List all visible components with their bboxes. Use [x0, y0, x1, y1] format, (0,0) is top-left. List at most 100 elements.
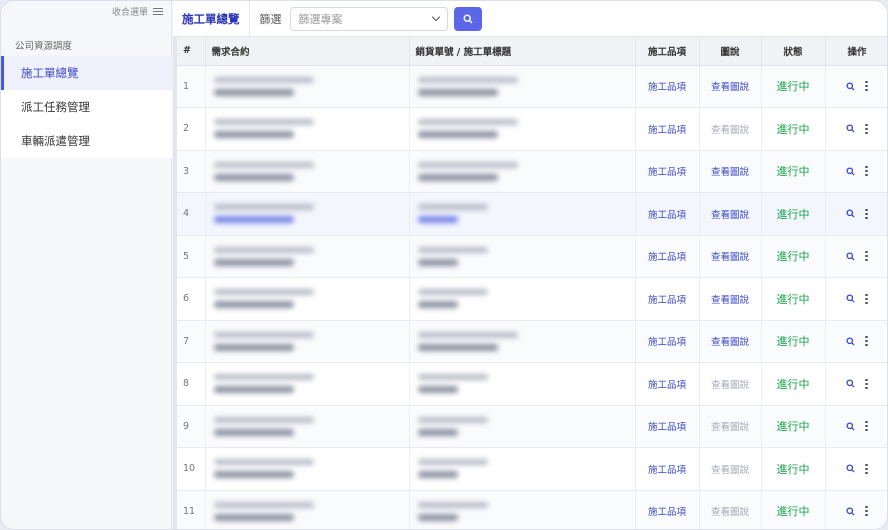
table-row[interactable]: 11 施工品項 查看圖說 進行中: [177, 490, 887, 529]
more-options-icon[interactable]: [865, 208, 868, 219]
construction-items-link[interactable]: 施工品項: [648, 422, 686, 433]
view-drawing-link[interactable]: 查看圖說: [711, 337, 749, 348]
sidebar-nav: 施工單總覽 派工任務管理 車輛派遣管理: [1, 56, 172, 158]
drawing-cell: 查看圖說: [699, 405, 762, 448]
items-cell: 施工品項: [635, 362, 700, 406]
drawing-cell: 查看圖說: [699, 362, 762, 406]
table-row[interactable]: 6 施工品項 查看圖說 進行中: [177, 277, 887, 321]
row-index: 5: [177, 235, 206, 278]
construction-items-link[interactable]: 施工品項: [648, 380, 686, 391]
actions-cell: [825, 277, 887, 321]
view-drawing-link[interactable]: 查看圖說: [711, 167, 749, 178]
sidebar-item-vehicle-dispatch[interactable]: 車輛派遣管理: [1, 124, 172, 158]
search-icon[interactable]: [846, 464, 855, 473]
more-options-icon[interactable]: [865, 81, 868, 92]
table-row[interactable]: 9 施工品項 查看圖說 進行中: [177, 405, 887, 448]
more-options-icon[interactable]: [865, 378, 868, 389]
construction-items-link[interactable]: 施工品項: [648, 507, 686, 518]
view-drawing-link: 查看圖說: [710, 507, 749, 519]
status-cell: 進行中: [761, 490, 826, 529]
view-drawing-link: 查看圖說: [710, 379, 749, 391]
order-title-cell-redacted: [409, 490, 636, 529]
construction-items-link[interactable]: 施工品項: [648, 210, 686, 221]
table-row[interactable]: 1 施工品項 查看圖說 進行中: [177, 65, 887, 108]
order-title-cell-redacted: [409, 65, 636, 108]
table-row[interactable]: 3 施工品項 查看圖說 進行中: [177, 150, 887, 193]
status-badge: 進行中: [776, 165, 810, 179]
construction-items-link[interactable]: 施工品項: [648, 252, 686, 263]
construction-items-link[interactable]: 施工品項: [648, 465, 686, 476]
header-items: 施工品項: [635, 37, 700, 66]
search-icon[interactable]: [846, 124, 855, 133]
search-icon[interactable]: [846, 209, 855, 218]
status-badge: 進行中: [776, 420, 810, 434]
contract-cell-redacted: [205, 65, 410, 108]
contract-cell-redacted: [205, 320, 410, 363]
page-title-tab[interactable]: 施工單總覽: [173, 1, 250, 37]
contract-cell-redacted: [205, 277, 410, 321]
sidebar-group-label: 公司資源調度: [15, 41, 73, 52]
more-options-icon[interactable]: [865, 336, 868, 347]
table-row[interactable]: 10 施工品項 查看圖說 進行中: [177, 447, 887, 491]
more-options-icon[interactable]: [865, 251, 868, 262]
table-row[interactable]: 2 施工品項 查看圖說 進行中: [177, 107, 887, 151]
construction-items-link[interactable]: 施工品項: [648, 125, 686, 136]
view-drawing-link[interactable]: 查看圖說: [711, 82, 749, 93]
construction-items-link[interactable]: 施工品項: [648, 295, 686, 306]
actions-cell: [825, 150, 887, 193]
view-drawing-link: 查看圖說: [710, 464, 749, 476]
more-options-icon[interactable]: [865, 421, 868, 432]
search-icon[interactable]: [846, 167, 855, 176]
sidebar-item-label: 施工單總覽: [21, 66, 79, 80]
status-cell: 進行中: [761, 65, 826, 108]
actions-cell: [825, 192, 887, 236]
actions-cell: [825, 235, 887, 278]
status-badge: 進行中: [776, 80, 810, 94]
status-cell: 進行中: [761, 447, 826, 491]
view-drawing-link[interactable]: 查看圖說: [711, 210, 749, 221]
more-options-icon[interactable]: [865, 166, 868, 177]
contract-cell-redacted: [205, 362, 410, 406]
construction-items-link[interactable]: 施工品項: [648, 167, 686, 178]
header-status: 狀態: [761, 37, 826, 66]
header-drawing: 圖說: [699, 37, 762, 66]
search-icon[interactable]: [846, 82, 855, 91]
items-cell: 施工品項: [635, 320, 700, 363]
search-icon[interactable]: [846, 507, 855, 516]
sidebar-item-dispatch-tasks[interactable]: 派工任務管理: [1, 90, 172, 124]
status-badge: 進行中: [776, 250, 810, 264]
search-icon[interactable]: [846, 252, 855, 261]
sidebar-item-label: 車輛派遣管理: [21, 134, 90, 148]
search-icon[interactable]: [846, 337, 855, 346]
view-drawing-link[interactable]: 查看圖說: [711, 295, 749, 306]
table-row[interactable]: 7 施工品項 查看圖說 進行中: [177, 320, 887, 363]
more-options-icon[interactable]: [865, 123, 868, 134]
view-drawing-link[interactable]: 查看圖說: [711, 252, 749, 263]
table-row[interactable]: 5 施工品項 查看圖說 進行中: [177, 235, 887, 278]
search-button[interactable]: [453, 6, 482, 31]
collapse-menu-button[interactable]: 收合選單: [112, 5, 163, 18]
status-badge: 進行中: [776, 207, 810, 221]
more-options-icon[interactable]: [865, 463, 868, 474]
more-options-icon[interactable]: [865, 293, 868, 304]
search-icon[interactable]: [846, 294, 855, 303]
table-row[interactable]: 8 施工品項 查看圖說 進行中: [177, 362, 887, 406]
row-index: 10: [177, 447, 206, 491]
contract-cell-redacted: [205, 405, 410, 448]
view-drawing-link: 查看圖說: [710, 124, 749, 136]
drawing-cell: 查看圖說: [699, 107, 762, 151]
header-actions: 操作: [825, 37, 887, 66]
items-cell: 施工品項: [635, 490, 700, 529]
actions-cell: [825, 447, 887, 491]
table-row[interactable]: 4 施工品項 查看圖說 進行中: [177, 192, 887, 236]
construction-items-link[interactable]: 施工品項: [648, 82, 686, 93]
search-icon[interactable]: [846, 379, 855, 388]
project-filter-select[interactable]: 篩選專案: [289, 6, 448, 31]
status-cell: 進行中: [761, 107, 826, 151]
more-options-icon[interactable]: [865, 506, 868, 517]
construction-items-link[interactable]: 施工品項: [648, 337, 686, 348]
drawing-cell: 查看圖說: [699, 447, 762, 491]
search-icon[interactable]: [846, 422, 855, 431]
actions-cell: [825, 405, 887, 448]
sidebar-item-work-order-overview[interactable]: 施工單總覽: [1, 56, 172, 90]
